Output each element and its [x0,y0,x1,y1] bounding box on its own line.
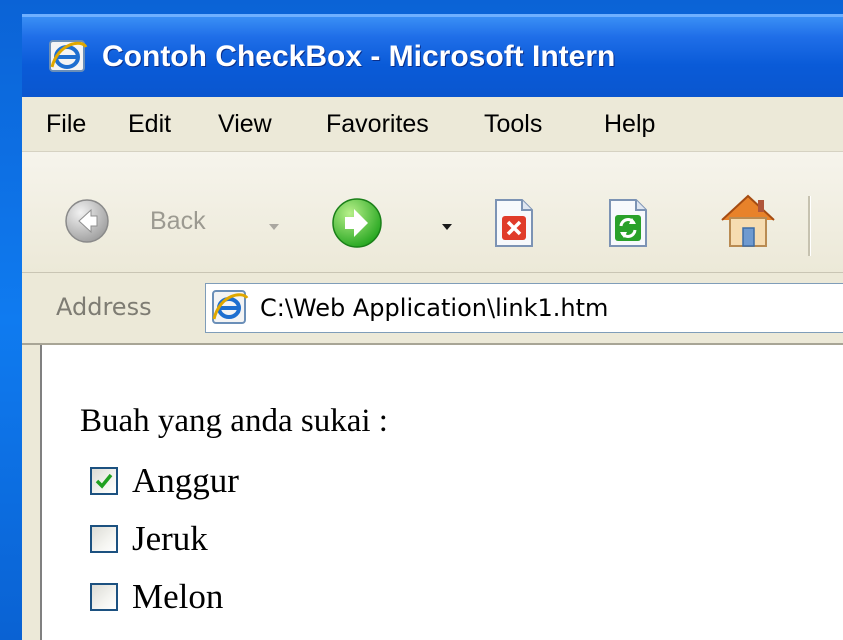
page-content: Buah yang anda sukai : Anggur Jeruk Melo… [40,345,843,640]
menu-tools[interactable]: Tools [484,97,542,151]
toolbar: Back [22,152,843,273]
page-icon [212,290,249,324]
stop-icon[interactable] [490,196,538,250]
title-bar: Contoh CheckBox - Microsoft Intern [22,14,843,97]
ie-icon [49,40,88,72]
address-input[interactable]: C:\Web Application\link1.htm [205,283,843,333]
refresh-icon[interactable] [604,196,652,250]
checkbox-label: Jeruk [132,519,208,558]
address-label: Address [56,293,152,321]
browser-window: Contoh CheckBox - Microsoft Intern File … [22,14,843,640]
back-icon [65,199,109,243]
forward-icon[interactable] [330,196,384,250]
home-icon[interactable] [716,190,780,252]
page-heading: Buah yang anda sukai : [80,403,388,439]
menu-edit[interactable]: Edit [128,97,171,151]
back-label: Back [150,207,206,235]
window-title: Contoh CheckBox - Microsoft Intern [102,40,616,73]
menu-favorites[interactable]: Favorites [326,97,429,151]
checkbox-anggur[interactable] [90,467,118,495]
checkmark-icon [95,473,113,489]
menu-bar: File Edit View Favorites Tools Help [22,97,843,152]
forward-dropdown-icon[interactable] [442,224,452,230]
checkbox-melon[interactable] [90,583,118,611]
back-dropdown-icon[interactable] [269,224,279,230]
toolbar-separator [808,196,811,256]
address-bar: Address C:\Web Application\link1.htm [22,273,843,345]
menu-help[interactable]: Help [604,97,655,151]
address-url: C:\Web Application\link1.htm [260,294,609,322]
menu-file[interactable]: File [46,97,86,151]
checkbox-label: Melon [132,577,224,616]
checkbox-jeruk[interactable] [90,525,118,553]
back-button[interactable]: Back [64,198,206,244]
checkbox-label: Anggur [132,461,239,500]
menu-view[interactable]: View [218,97,272,151]
